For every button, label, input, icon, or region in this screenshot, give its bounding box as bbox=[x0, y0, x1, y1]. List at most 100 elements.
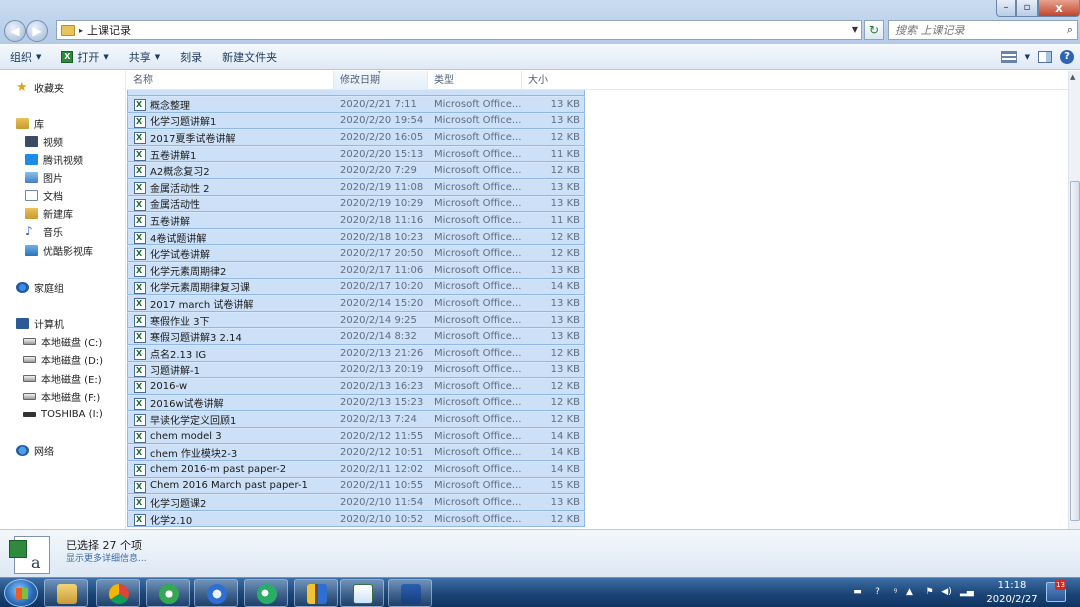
table-row[interactable]: 金属活动性 2 2020/2/19 11:08 Microsoft Office..… bbox=[127, 178, 585, 196]
column-name[interactable]: 名称 bbox=[127, 71, 334, 90]
taskbar-chrome[interactable] bbox=[96, 579, 140, 607]
table-row[interactable]: 4卷试题讲解 2020/2/18 10:23 Microsoft Office...… bbox=[127, 228, 585, 246]
start-button[interactable] bbox=[4, 579, 38, 607]
nav-music[interactable]: ♪ 音乐 bbox=[25, 223, 63, 239]
table-row[interactable]: 化学元素周期律2 2020/2/17 11:06 Microsoft Office.… bbox=[127, 261, 585, 279]
excel-file-icon bbox=[134, 397, 146, 410]
table-row[interactable]: 五卷讲解 2020/2/18 11:16 Microsoft Office... 11… bbox=[127, 212, 585, 229]
taskbar-browser[interactable] bbox=[146, 579, 190, 607]
column-type[interactable]: 类型 bbox=[428, 71, 522, 90]
clock-date[interactable]: 2020/2/27 bbox=[984, 594, 1040, 605]
table-row[interactable]: 化学习题讲解1 2020/2/20 19:54 Microsoft Office..… bbox=[127, 112, 585, 130]
table-row[interactable]: 五卷讲解1 2020/2/20 15:13 Microsoft Office... 1… bbox=[127, 145, 585, 163]
clock-time[interactable]: 11:18 bbox=[990, 580, 1034, 591]
expand-tray-icon[interactable]: ▲ bbox=[904, 587, 915, 598]
maximize-button[interactable]: ▫ bbox=[1016, 0, 1038, 17]
table-row[interactable]: 2017夏季试卷讲解 2020/2/20 16:05 Microsoft Offic… bbox=[127, 129, 585, 146]
nav-disk-d[interactable]: 本地磁盘 (D:) bbox=[23, 351, 103, 367]
file-size: 12 KB bbox=[550, 347, 580, 359]
table-row[interactable]: chem model 3 2020/2/12 11:55 Microsoft Off… bbox=[127, 427, 585, 445]
table-row[interactable]: 化学元素周期律复习课 2020/2/17 10:20 Microsoft Offic… bbox=[127, 278, 585, 296]
search-input[interactable] bbox=[889, 21, 1049, 39]
table-row[interactable]: 早读化学定义回顾1 2020/2/13 7:24 Microsoft Office.… bbox=[127, 411, 585, 428]
table-row[interactable]: A2概念复习2 2020/2/20 7:29 Microsoft Office...… bbox=[127, 162, 585, 179]
taskbar-explorer[interactable] bbox=[44, 579, 88, 607]
taskbar-excel[interactable] bbox=[340, 579, 384, 607]
table-row[interactable]: 寒假习题讲解3 2.14 2020/2/14 8:32 Microsoft Offi… bbox=[127, 328, 585, 345]
scrollbar-thumb[interactable] bbox=[1070, 181, 1080, 521]
table-row[interactable]: 2016-w 2020/2/13 16:23 Microsoft Office...… bbox=[127, 378, 585, 395]
address-dropdown-icon[interactable]: ▼ bbox=[848, 21, 862, 39]
table-row[interactable]: 2017 march 试卷讲解 2020/2/14 15:20 Microsoft … bbox=[127, 295, 585, 312]
new-folder-button[interactable]: 新建文件夹 bbox=[212, 44, 287, 70]
keyboard-icon[interactable]: ▬ bbox=[852, 587, 863, 598]
nav-disk-f[interactable]: 本地磁盘 (F:) bbox=[23, 388, 100, 404]
taskbar-tool[interactable] bbox=[294, 579, 338, 607]
address-bar[interactable]: ▸ 上课记录 bbox=[56, 20, 862, 40]
signal-icon[interactable]: ▂▄ bbox=[960, 587, 974, 598]
nav-pictures[interactable]: 图片 bbox=[25, 169, 63, 185]
table-row[interactable]: chem 作业模块2-3 2020/2/12 10:51 Microsoft Off… bbox=[127, 444, 585, 462]
excel-icon bbox=[353, 584, 373, 604]
search-icon[interactable]: ⌕ bbox=[1067, 23, 1073, 37]
browser-icon bbox=[159, 584, 179, 604]
close-button[interactable]: x bbox=[1038, 0, 1080, 17]
pin-icon[interactable]: ꝰ bbox=[890, 587, 901, 598]
share-menu[interactable]: 共享 ▼ bbox=[119, 44, 170, 70]
nav-toshiba[interactable]: TOSHIBA (I:) bbox=[23, 406, 103, 422]
column-size[interactable]: 大小 bbox=[522, 71, 584, 90]
table-row[interactable]: 化学2.10 2020/2/10 10:52 Microsoft Office...… bbox=[127, 510, 585, 528]
back-button[interactable]: ◀ bbox=[4, 20, 26, 42]
show-more-details-link[interactable]: 显示更多详细信息... bbox=[66, 551, 147, 564]
table-row[interactable]: 点名2.13 IG 2020/2/13 21:26 Microsoft Office… bbox=[127, 344, 585, 362]
scroll-up-icon[interactable]: ▲ bbox=[1070, 73, 1075, 81]
breadcrumb-current[interactable]: 上课记录 bbox=[87, 22, 131, 38]
table-row[interactable]: Chem 2016 March past paper-1 2020/2/11 10… bbox=[127, 477, 585, 495]
help-tray-icon[interactable]: ? bbox=[872, 587, 883, 598]
taskbar-word[interactable] bbox=[388, 579, 432, 607]
column-header: 名称 修改日期 ▼ 类型 大小 bbox=[127, 71, 1068, 90]
nav-documents[interactable]: 文档 bbox=[25, 187, 63, 203]
burn-button[interactable]: 刻录 bbox=[170, 44, 212, 70]
help-icon[interactable]: ? bbox=[1060, 50, 1074, 64]
file-size: 15 KB bbox=[550, 480, 580, 492]
minimize-button[interactable]: – bbox=[996, 0, 1016, 17]
nav-youku[interactable]: 优酷影视库 bbox=[25, 242, 93, 258]
nav-disk-e[interactable]: 本地磁盘 (E:) bbox=[23, 370, 102, 386]
vertical-scrollbar[interactable]: ▲ bbox=[1068, 71, 1080, 529]
refresh-button[interactable]: ↻ bbox=[864, 20, 884, 40]
change-view-icon[interactable] bbox=[1000, 51, 1017, 63]
taskbar-wechat[interactable] bbox=[244, 579, 288, 607]
table-row[interactable]: 化学试卷讲解 2020/2/17 20:50 Microsoft Office...… bbox=[127, 245, 585, 262]
preview-pane-icon[interactable] bbox=[1038, 51, 1052, 63]
table-row[interactable]: 概念整理 2020/2/21 7:11 Microsoft Office... 13 … bbox=[127, 96, 585, 113]
nav-homegroup[interactable]: 家庭组 bbox=[16, 279, 64, 295]
file-date: 2020/2/10 11:54 bbox=[340, 497, 424, 509]
nav-favorites[interactable]: ★ 收藏夹 bbox=[16, 79, 64, 95]
flag-icon[interactable]: ⚑ bbox=[924, 587, 935, 598]
nav-new-library[interactable]: 新建库 bbox=[25, 205, 73, 221]
chevron-down-icon[interactable]: ▼ bbox=[1025, 53, 1030, 61]
nav-libraries[interactable]: 库 bbox=[16, 115, 44, 131]
search-box[interactable]: ⌕ bbox=[888, 20, 1078, 40]
table-row[interactable]: chem 2016-m past paper-2 2020/2/11 12:02 M… bbox=[127, 461, 585, 478]
excel-file-icon bbox=[134, 215, 146, 228]
nav-label: 库 bbox=[34, 119, 44, 131]
forward-button[interactable]: ▶ bbox=[26, 20, 48, 42]
nav-disk-c[interactable]: 本地磁盘 (C:) bbox=[23, 333, 102, 349]
organize-menu[interactable]: 组织 ▼ bbox=[0, 44, 51, 70]
open-button[interactable]: X 打开 ▼ bbox=[51, 44, 118, 70]
taskbar-app[interactable] bbox=[194, 579, 238, 607]
breadcrumb-separator[interactable]: ▸ bbox=[79, 26, 83, 35]
table-row[interactable]: 习题讲解-1 2020/2/13 20:19 Microsoft Office...… bbox=[127, 361, 585, 379]
nav-tencent-video[interactable]: 腾讯视频 bbox=[25, 151, 83, 167]
file-type: Microsoft Office... bbox=[434, 430, 522, 442]
nav-video[interactable]: 视频 bbox=[25, 133, 63, 149]
volume-icon[interactable]: ◀) bbox=[941, 587, 952, 598]
nav-computer[interactable]: 计算机 bbox=[16, 315, 64, 331]
table-row[interactable]: 2016w试卷讲解 2020/2/13 15:23 Microsoft Office… bbox=[127, 394, 585, 412]
table-row[interactable]: 金属活动性 2020/2/19 10:29 Microsoft Office... 1… bbox=[127, 195, 585, 213]
table-row[interactable]: 化学习题课2 2020/2/10 11:54 Microsoft Office...… bbox=[127, 494, 585, 511]
nav-network[interactable]: 网络 bbox=[16, 442, 54, 458]
table-row[interactable]: 寒假作业 3下 2020/2/14 9:25 Microsoft Office...… bbox=[127, 311, 585, 329]
